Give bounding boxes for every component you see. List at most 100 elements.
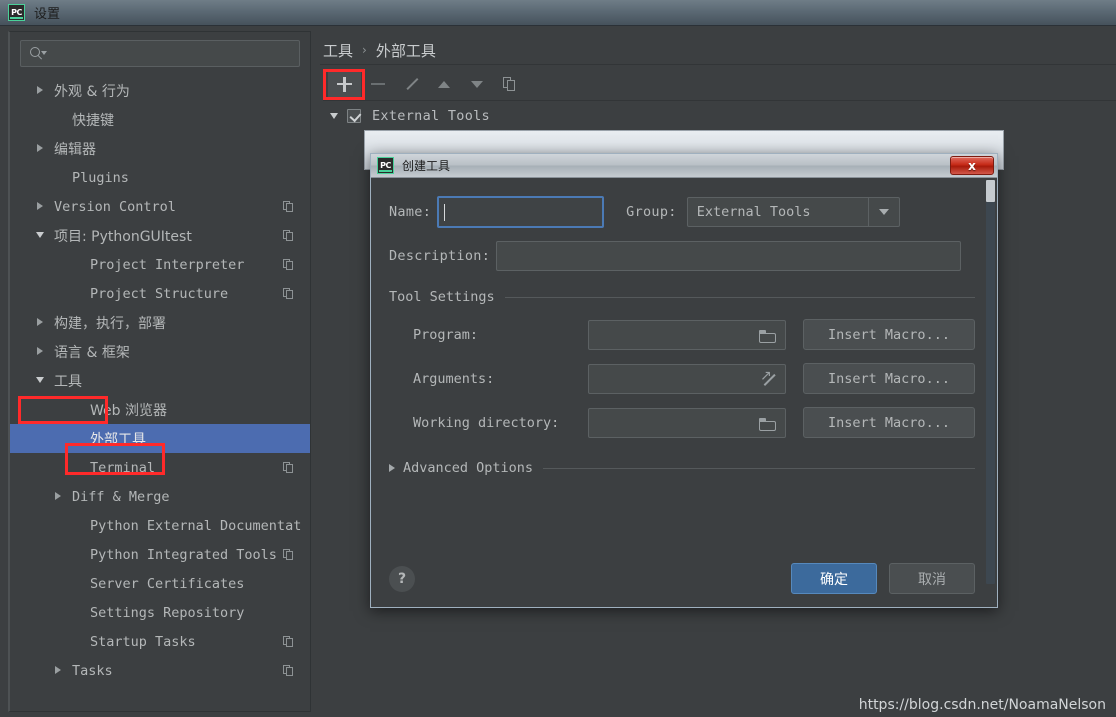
sidebar-item[interactable]: Web 浏览器 <box>10 395 310 424</box>
breadcrumb-separator-icon: › <box>362 43 367 57</box>
sidebar-item[interactable]: 工具 <box>10 366 310 395</box>
sidebar-item-label: 项目: PythonGUItest <box>54 226 192 246</box>
ok-button[interactable]: 确定 <box>791 563 877 594</box>
copy-icon <box>283 636 294 648</box>
sidebar-item[interactable]: 项目: PythonGUItest <box>10 221 310 250</box>
plus-icon <box>337 77 352 92</box>
search-input[interactable] <box>46 46 299 62</box>
chevron-right-icon[interactable] <box>36 86 45 95</box>
create-tool-dialog: PC 创建工具 x Name: Group: External Tools De… <box>370 153 998 608</box>
sidebar-item[interactable]: Terminal <box>10 453 310 482</box>
tree-spacer <box>72 463 81 472</box>
sidebar-item-label: Startup Tasks <box>90 634 196 650</box>
sidebar-item-label: Tasks <box>72 663 113 679</box>
chevron-right-icon[interactable] <box>36 347 45 356</box>
move-up-button[interactable] <box>427 70 460 99</box>
sidebar-item[interactable]: Project Interpreter <box>10 250 310 279</box>
expand-icon[interactable] <box>761 373 775 387</box>
chevron-down-icon[interactable] <box>868 198 899 226</box>
sidebar-item[interactable]: Server Certificates <box>10 569 310 598</box>
sidebar-item-label: Diff & Merge <box>72 489 170 505</box>
sidebar-item[interactable]: 外观 & 行为 <box>10 76 310 105</box>
sidebar-item-label: 外部工具 <box>90 429 146 449</box>
remove-button[interactable] <box>361 70 394 99</box>
sidebar-item[interactable]: Version Control <box>10 192 310 221</box>
help-icon: ? <box>398 571 406 587</box>
cancel-button[interactable]: 取消 <box>889 563 975 594</box>
sidebar-item[interactable]: 外部工具 <box>10 424 310 453</box>
dialog-scrollbar-track <box>986 202 995 584</box>
chevron-right-icon[interactable] <box>54 492 63 501</box>
tool-setting-input[interactable] <box>588 320 786 350</box>
dialog-scrollbar-thumb[interactable] <box>986 180 995 202</box>
settings-sidebar: 外观 & 行为快捷键编辑器PluginsVersion Control 项目: P… <box>8 31 311 712</box>
tree-spacer <box>72 289 81 298</box>
tool-setting-input[interactable] <box>588 364 786 394</box>
sidebar-item[interactable]: 语言 & 框架 <box>10 337 310 366</box>
sidebar-item-label: Web 浏览器 <box>90 400 167 420</box>
tool-setting-row: Arguments: Insert Macro... <box>389 363 975 394</box>
search-box[interactable] <box>20 40 300 67</box>
group-select[interactable]: External Tools <box>687 197 900 227</box>
tree-spacer <box>72 521 81 530</box>
name-row: Name: Group: External Tools <box>389 196 975 228</box>
sidebar-item[interactable]: Tasks <box>10 656 310 685</box>
name-input[interactable] <box>437 196 604 228</box>
sidebar-item[interactable]: Python Integrated Tools <box>10 540 310 569</box>
sidebar-item[interactable]: 快捷键 <box>10 105 310 134</box>
help-button[interactable]: ? <box>389 566 415 592</box>
edit-button[interactable] <box>394 70 427 99</box>
chevron-right-icon[interactable] <box>54 666 63 675</box>
group-checkbox[interactable] <box>347 109 361 123</box>
move-down-button[interactable] <box>460 70 493 99</box>
tool-settings-rows: Program:Insert Macro...Arguments:Insert … <box>389 319 975 438</box>
close-label: x <box>968 159 976 173</box>
settings-category-tree[interactable]: 外观 & 行为快捷键编辑器PluginsVersion Control 项目: P… <box>10 76 310 711</box>
chevron-right-icon[interactable] <box>36 318 45 327</box>
insert-macro-button[interactable]: Insert Macro... <box>803 319 975 350</box>
chevron-down-icon[interactable] <box>330 112 339 121</box>
tree-spacer <box>72 260 81 269</box>
sidebar-item-label: Python Integrated Tools <box>90 547 277 563</box>
sidebar-item[interactable]: 构建，执行，部署 <box>10 308 310 337</box>
dialog-footer: ? 确定 取消 <box>389 563 975 594</box>
description-input[interactable] <box>496 241 961 271</box>
folder-icon[interactable] <box>759 418 776 431</box>
section-divider <box>543 468 975 469</box>
advanced-options-section[interactable]: Advanced Options <box>389 460 975 476</box>
copy-icon <box>283 549 294 561</box>
sidebar-item[interactable]: Python External Documentat <box>10 511 310 540</box>
chevron-down-icon[interactable] <box>36 376 45 385</box>
sidebar-item[interactable]: Diff & Merge <box>10 482 310 511</box>
insert-macro-button[interactable]: Insert Macro... <box>803 363 975 394</box>
tree-spacer <box>72 579 81 588</box>
tools-group-row[interactable]: External Tools <box>323 102 1116 130</box>
tool-setting-label: Arguments: <box>413 371 588 387</box>
pycharm-icon: PC <box>377 157 394 174</box>
search-wrapper <box>10 32 310 67</box>
sidebar-item[interactable]: 编辑器 <box>10 134 310 163</box>
chevron-right-icon[interactable] <box>36 144 45 153</box>
sidebar-item[interactable]: Project Structure <box>10 279 310 308</box>
sidebar-item-label: Project Structure <box>90 286 228 302</box>
tree-spacer <box>72 405 81 414</box>
text-caret <box>444 204 445 221</box>
folder-icon[interactable] <box>759 330 776 343</box>
sidebar-item[interactable]: Startup Tasks <box>10 627 310 656</box>
add-button[interactable] <box>328 70 361 99</box>
breadcrumb: 工具 › 外部工具 <box>323 34 436 66</box>
breadcrumb-parent[interactable]: 工具 <box>323 40 353 61</box>
copy-button[interactable] <box>493 70 526 99</box>
chevron-down-icon[interactable] <box>36 231 45 240</box>
copy-icon <box>283 230 294 242</box>
close-icon[interactable]: x <box>950 156 994 175</box>
tool-setting-input[interactable] <box>588 408 786 438</box>
sidebar-item[interactable]: Settings Repository <box>10 598 310 627</box>
ok-label: 确定 <box>820 569 848 589</box>
insert-macro-button[interactable]: Insert Macro... <box>803 407 975 438</box>
chevron-right-icon <box>389 464 395 472</box>
sidebar-item[interactable]: Plugins <box>10 163 310 192</box>
sidebar-item-label: Project Interpreter <box>90 257 244 273</box>
chevron-right-icon[interactable] <box>36 202 45 211</box>
pycharm-icon: PC <box>8 4 25 21</box>
